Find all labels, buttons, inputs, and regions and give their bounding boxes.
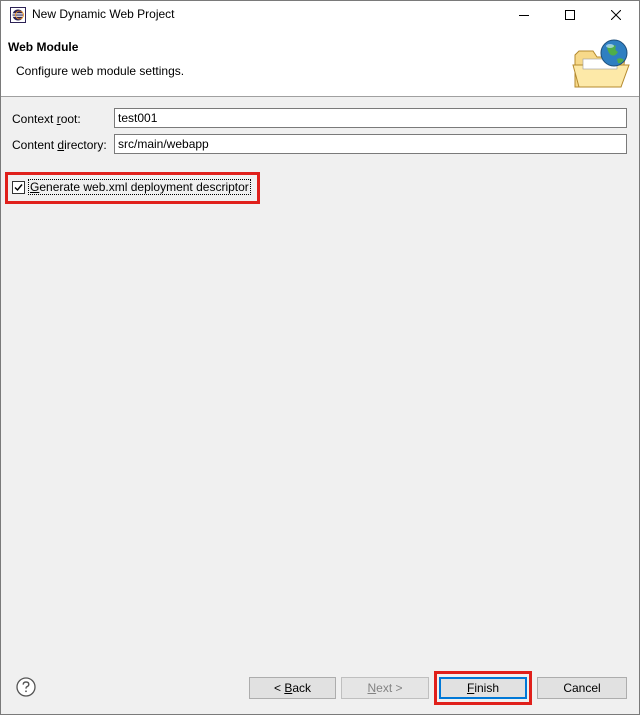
title-bar[interactable]: New Dynamic Web Project <box>1 1 639 29</box>
context-root-input[interactable] <box>114 108 627 128</box>
close-button[interactable] <box>593 1 639 29</box>
eclipse-icon <box>10 7 26 23</box>
dialog-window: New Dynamic Web Project Web Module Confi… <box>0 0 640 715</box>
finish-button[interactable]: Finish <box>439 677 527 699</box>
maximize-icon <box>565 10 575 20</box>
help-icon[interactable] <box>16 677 36 697</box>
maximize-button[interactable] <box>547 1 593 29</box>
minimize-icon <box>519 15 529 16</box>
cancel-button[interactable]: Cancel <box>537 677 627 699</box>
content-directory-label: Content directory: <box>12 138 107 152</box>
close-icon <box>611 10 621 20</box>
web-folder-globe-icon <box>572 39 630 88</box>
context-root-label: Context root: <box>12 112 81 126</box>
generate-descriptor-option[interactable]: Generate web.xml deployment descriptor <box>12 179 251 195</box>
page-title: Web Module <box>8 40 79 54</box>
wizard-banner: Web Module Configure web module settings… <box>1 29 639 97</box>
generate-descriptor-label[interactable]: Generate web.xml deployment descriptor <box>28 179 251 195</box>
content-directory-input[interactable] <box>114 134 627 154</box>
generate-descriptor-checkbox[interactable] <box>12 180 25 194</box>
window-title: New Dynamic Web Project <box>32 7 175 21</box>
page-description: Configure web module settings. <box>16 64 185 78</box>
checkmark-icon <box>14 183 23 191</box>
next-button[interactable]: Next > <box>341 677 429 699</box>
minimize-button[interactable] <box>501 1 547 29</box>
back-button[interactable]: < Back <box>249 677 336 699</box>
